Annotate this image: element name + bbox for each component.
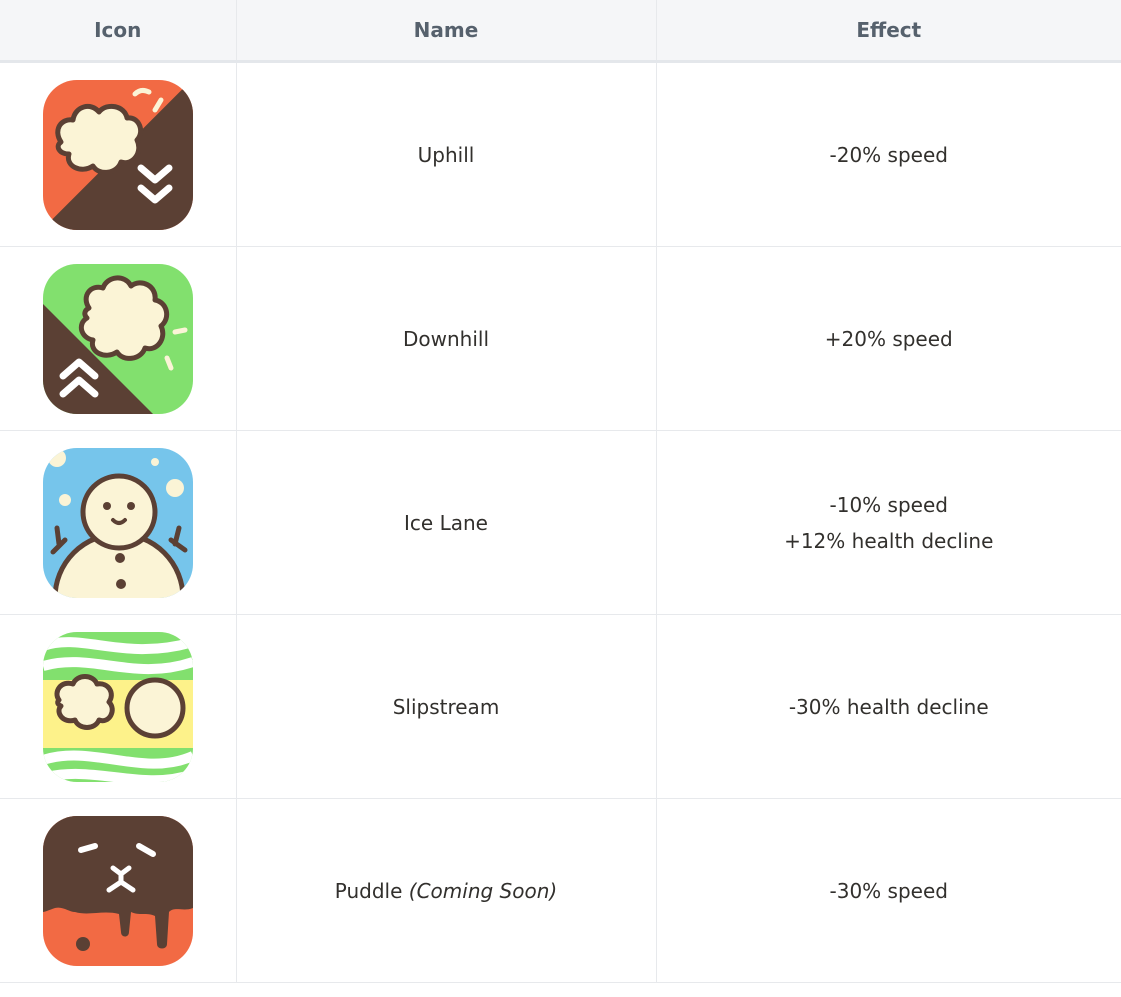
slipstream-icon: [43, 631, 193, 782]
effect-text: -30% speed: [829, 878, 948, 903]
effect-cell: -30% health decline: [655, 614, 1121, 799]
effect-text: -10% speed: [829, 492, 948, 517]
name-cell: Ice Lane: [235, 430, 656, 615]
effect-cell: -20% speed: [655, 61, 1121, 247]
icon-cell: [0, 61, 236, 247]
icon-cell: [0, 246, 236, 431]
name-cell: Uphill: [235, 61, 656, 247]
name-cell: Puddle (Coming Soon): [235, 798, 656, 983]
coming-soon-note: (Coming Soon): [408, 878, 558, 903]
column-header-name: Name: [235, 0, 656, 63]
effect-cell: +20% speed: [655, 246, 1121, 431]
table-row: Slipstream -30% health decline: [0, 614, 1121, 799]
effect-cell: -10% speed +12% health decline: [655, 430, 1121, 615]
icon-cell: [0, 614, 236, 799]
effect-text: +12% health decline: [784, 528, 994, 553]
icon-cell: [0, 798, 236, 983]
name-text: Puddle: [334, 878, 403, 903]
table-row: Uphill -20% speed: [0, 61, 1121, 247]
name-cell: Slipstream: [235, 614, 656, 799]
name-text: Ice Lane: [404, 510, 488, 535]
column-header-icon: Icon: [0, 0, 236, 63]
name-text: Downhill: [402, 326, 489, 351]
name-text: Uphill: [417, 142, 475, 167]
icon-cell: [0, 430, 236, 615]
effect-text: -20% speed: [829, 142, 948, 167]
effect-text: -30% health decline: [788, 694, 989, 719]
table-row: Downhill +20% speed: [0, 246, 1121, 431]
name-cell: Downhill: [235, 246, 656, 431]
terrain-effects-table: Icon Name Effect Uphill -20% speed Downh…: [0, 0, 1121, 983]
effect-text: +20% speed: [824, 326, 953, 351]
table-row: Ice Lane -10% speed +12% health decline: [0, 430, 1121, 615]
name-text: Slipstream: [392, 694, 500, 719]
puddle-icon: [43, 815, 193, 966]
snowman-icon: [43, 447, 193, 598]
effect-cell: -30% speed: [655, 798, 1121, 983]
header-row: Icon Name Effect: [0, 0, 1121, 63]
table-row: Puddle (Coming Soon) -30% speed: [0, 798, 1121, 983]
uphill-icon: [43, 79, 193, 230]
downhill-icon: [43, 263, 193, 414]
column-header-effect: Effect: [655, 0, 1121, 63]
